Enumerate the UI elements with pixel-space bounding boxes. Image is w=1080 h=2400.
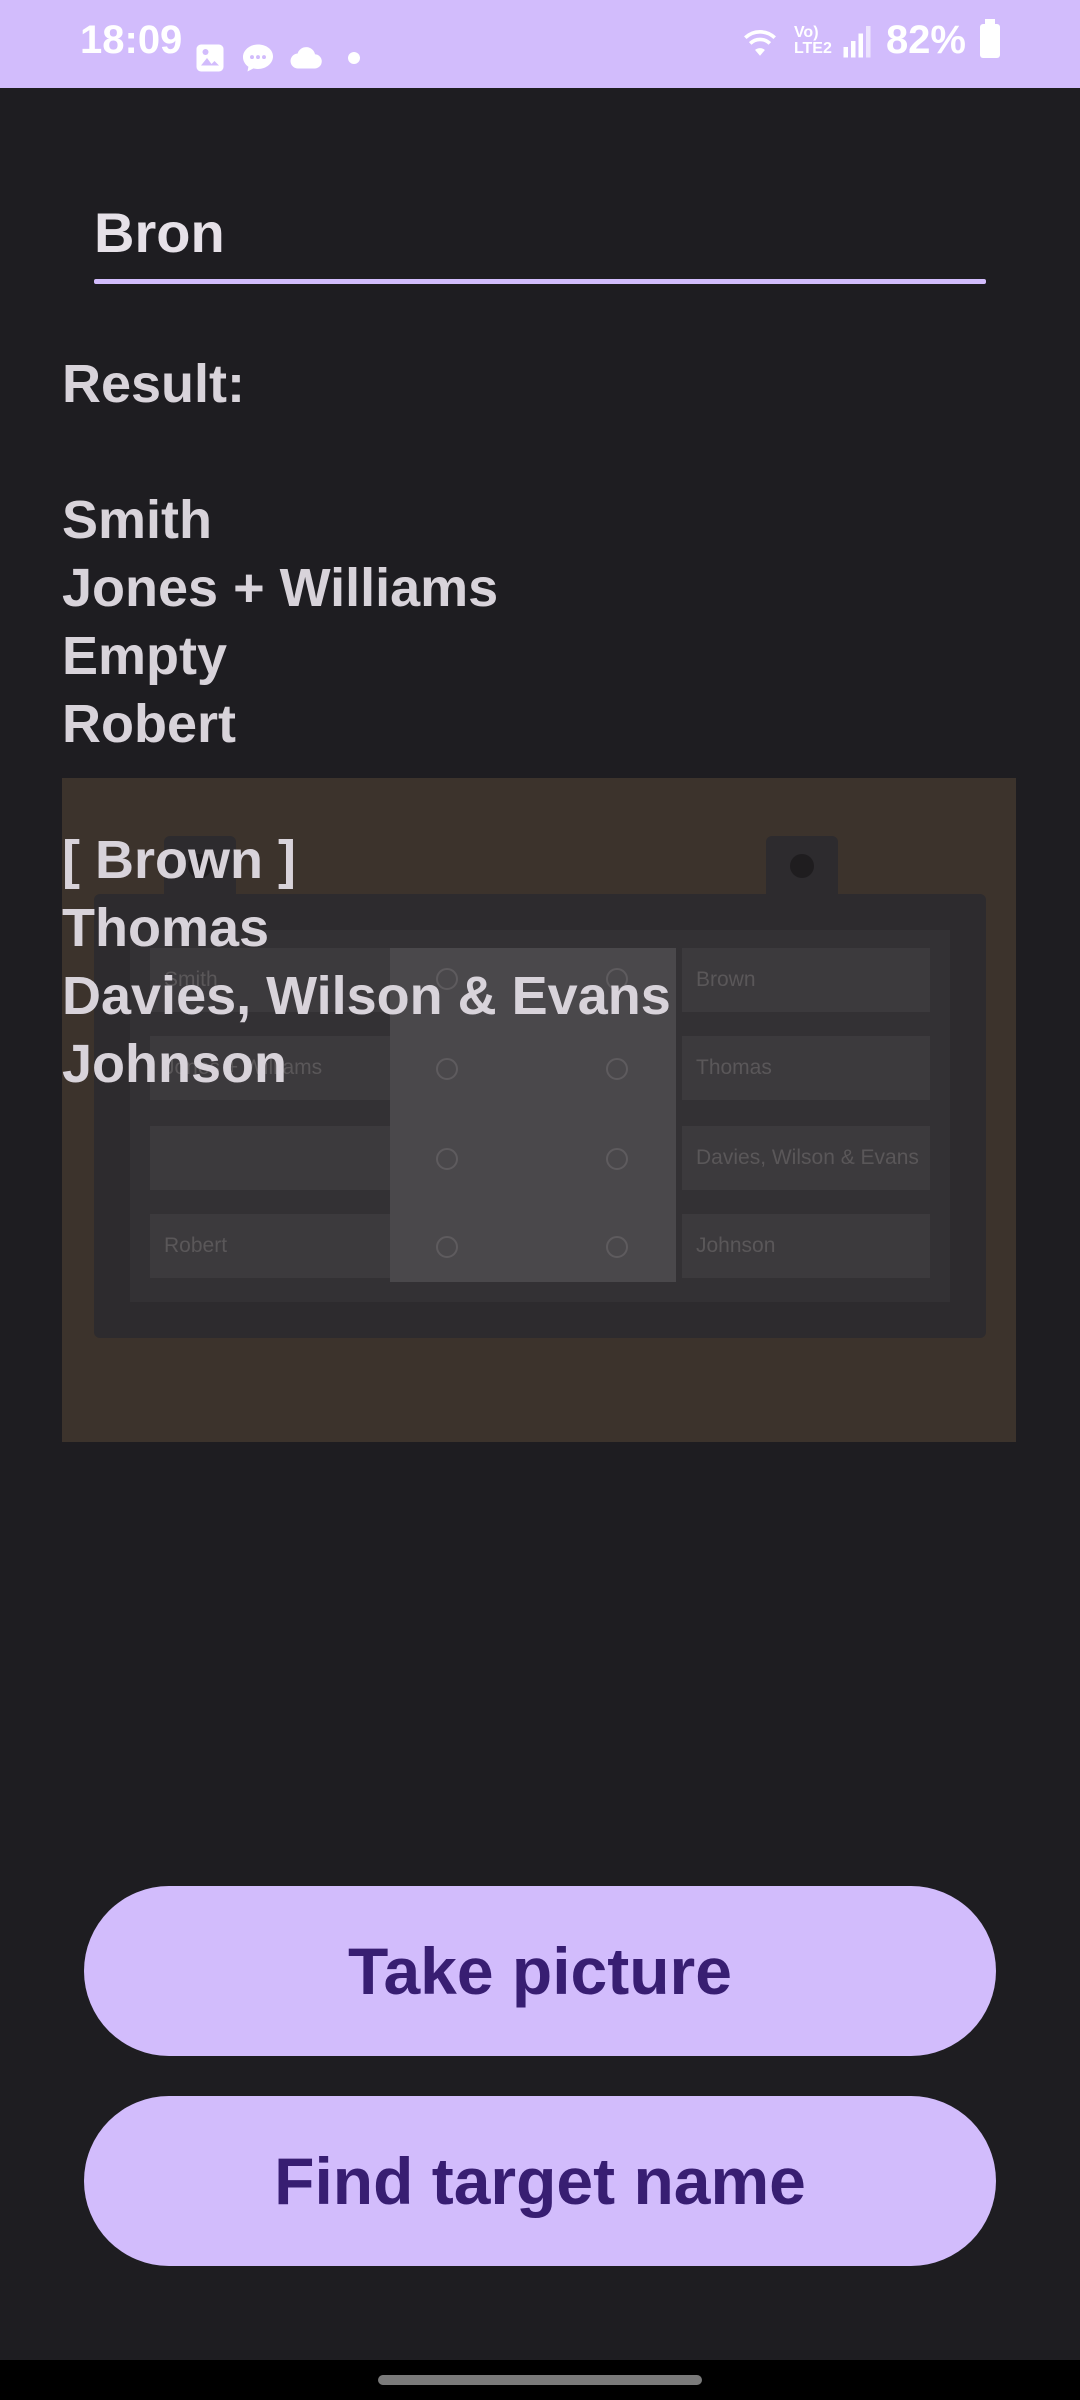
image-icon (196, 44, 224, 72)
result-text: Result: Smith Jones + Williams Empty Rob… (62, 350, 671, 1098)
result-line: Jones + Williams (62, 558, 499, 618)
take-picture-button[interactable]: Take picture (84, 1886, 996, 2056)
photo-right-slot: Brown (682, 948, 930, 1012)
network-label: Vo) LTE2 (793, 23, 832, 57)
system-icons: Vo) LTE2 82% (740, 18, 1000, 63)
notification-icons (192, 40, 372, 76)
result-line: Davies, Wilson & Evans (62, 966, 671, 1026)
board-mount-right (766, 836, 838, 898)
result-line: Johnson (62, 1034, 287, 1094)
result-line: Empty (62, 626, 228, 686)
dot-icon (348, 52, 360, 64)
photo-ring (436, 1236, 458, 1258)
result-line-highlighted: [ Brown ] (62, 830, 296, 890)
wifi-icon (743, 29, 776, 56)
photo-right-slot: Thomas (682, 1036, 930, 1100)
target-name-field[interactable] (94, 200, 986, 284)
photo-ring (436, 1148, 458, 1170)
result-line: Smith (62, 490, 213, 550)
signal-icon (843, 25, 871, 57)
result-line: Thomas (62, 898, 270, 958)
photo-ring (606, 1148, 628, 1170)
photo-right-slot: Davies, Wilson & Evans (682, 1126, 930, 1190)
photo-left-slot (150, 1126, 390, 1190)
photo-left-slot: Robert (150, 1214, 390, 1278)
chat-icon (243, 44, 273, 72)
battery-percent: 82% (885, 18, 966, 62)
photo-right-slot: Johnson (682, 1214, 930, 1278)
status-bar: 18:09 Vo) LTE2 82% (0, 0, 1080, 88)
status-time: 18:09 (80, 18, 183, 62)
find-target-name-button[interactable]: Find target name (84, 2096, 996, 2266)
home-gesture-handle[interactable] (378, 2375, 702, 2385)
result-heading: Result: (62, 354, 246, 414)
target-name-input[interactable] (94, 200, 986, 279)
result-line: Robert (62, 694, 236, 754)
input-underline (94, 279, 986, 284)
photo-ring (606, 1236, 628, 1258)
cloud-icon (290, 47, 322, 69)
battery-icon (980, 18, 1000, 58)
navigation-bar (0, 2360, 1080, 2400)
